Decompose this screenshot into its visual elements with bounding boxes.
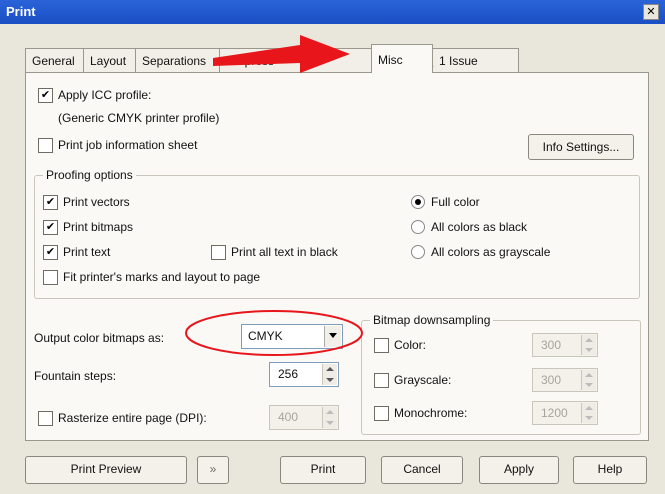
double-chevron-right-icon: » <box>209 462 217 476</box>
bitmap-downsampling-title: Bitmap downsampling <box>370 313 494 327</box>
info-settings-button[interactable]: Info Settings... <box>528 134 634 160</box>
fountain-steps-value: 256 <box>278 367 299 381</box>
color-downsample-input[interactable]: 300 <box>532 333 598 357</box>
fit-marks-label: Fit printer's marks and layout to page <box>63 270 261 284</box>
rasterize-label: Rasterize entire page (DPI): <box>58 411 207 425</box>
monochrome-downsample-value: 1200 <box>541 406 568 420</box>
help-button[interactable]: Help <box>573 456 647 484</box>
proofing-options-title: Proofing options <box>43 168 136 182</box>
rasterize-dpi-value: 400 <box>278 410 299 424</box>
all-colors-grayscale-label: All colors as grayscale <box>431 245 551 259</box>
all-colors-black-label: All colors as black <box>431 220 528 234</box>
misc-panel: ✔ Apply ICC profile: (Generic CMYK print… <box>25 72 649 441</box>
cancel-button[interactable]: Cancel <box>381 456 463 484</box>
fountain-steps-label: Fountain steps: <box>34 369 117 383</box>
print-all-text-black-label: Print all text in black <box>231 245 338 259</box>
fit-marks-checkbox[interactable] <box>43 270 58 285</box>
print-dialog: Print ✕ General Layout Separations Prepr… <box>0 0 665 494</box>
chevron-down-icon[interactable] <box>324 326 341 347</box>
tab-issues-label: 1 Issue <box>439 54 478 68</box>
full-color-label: Full color <box>431 195 480 209</box>
tab-prepress[interactable]: Prepress <box>219 48 379 73</box>
monochrome-downsample-spinner[interactable] <box>581 403 596 423</box>
print-job-info-label: Print job information sheet <box>58 138 198 152</box>
print-job-info-checkbox[interactable] <box>38 138 53 153</box>
color-downsample-value: 300 <box>541 338 562 352</box>
print-button[interactable]: Print <box>280 456 366 484</box>
tab-general[interactable]: General <box>25 48 91 73</box>
icc-profile-value: (Generic CMYK printer profile) <box>58 111 220 125</box>
print-all-text-black-checkbox[interactable] <box>211 245 226 260</box>
all-colors-black-radio[interactable] <box>411 220 425 234</box>
tab-misc[interactable]: Misc <box>371 44 433 73</box>
apply-icc-label: Apply ICC profile: <box>58 88 152 102</box>
bitmap-downsampling-group: Bitmap downsampling Color: 300 Grayscale… <box>361 313 641 435</box>
tab-separations[interactable]: Separations <box>135 48 227 73</box>
dialog-title: Print <box>6 4 36 19</box>
rasterize-dpi-spinner[interactable] <box>322 407 337 428</box>
color-downsample-checkbox[interactable] <box>374 338 389 353</box>
print-bitmaps-label: Print bitmaps <box>63 220 134 234</box>
dialog-button-bar: Print Preview » Print Cancel Apply Help <box>25 456 647 486</box>
print-vectors-checkbox[interactable]: ✔ <box>43 195 58 210</box>
grayscale-downsample-value: 300 <box>541 373 562 387</box>
preview-toggle-button[interactable]: » <box>197 456 229 484</box>
print-bitmaps-checkbox[interactable]: ✔ <box>43 220 58 235</box>
fountain-steps-input[interactable]: 256 <box>269 362 339 387</box>
print-text-checkbox[interactable]: ✔ <box>43 245 58 260</box>
monochrome-downsample-label: Monochrome: <box>394 406 468 420</box>
monochrome-downsample-input[interactable]: 1200 <box>532 401 598 425</box>
output-color-value: CMYK <box>248 329 283 343</box>
rasterize-dpi-input[interactable]: 400 <box>269 405 339 430</box>
full-color-radio[interactable] <box>411 195 425 209</box>
grayscale-downsample-label: Grayscale: <box>394 373 452 387</box>
output-color-select[interactable]: CMYK <box>241 324 343 349</box>
monochrome-downsample-checkbox[interactable] <box>374 406 389 421</box>
print-preview-button[interactable]: Print Preview <box>25 456 187 484</box>
print-text-label: Print text <box>63 245 111 259</box>
grayscale-downsample-input[interactable]: 300 <box>532 368 598 392</box>
rasterize-checkbox[interactable] <box>38 411 53 426</box>
proofing-options-group: Proofing options ✔ Print vectors ✔ Print… <box>34 168 640 299</box>
color-downsample-label: Color: <box>394 338 427 352</box>
apply-icc-checkbox[interactable]: ✔ <box>38 88 53 103</box>
fountain-steps-spinner[interactable] <box>322 364 337 385</box>
grayscale-downsample-spinner[interactable] <box>581 370 596 390</box>
title-bar[interactable]: Print ✕ <box>0 0 665 24</box>
all-colors-grayscale-radio[interactable] <box>411 245 425 259</box>
print-vectors-label: Print vectors <box>63 195 130 209</box>
grayscale-downsample-checkbox[interactable] <box>374 373 389 388</box>
close-icon[interactable]: ✕ <box>643 4 659 20</box>
color-downsample-spinner[interactable] <box>581 335 596 355</box>
output-color-label: Output color bitmaps as: <box>34 331 165 345</box>
apply-button[interactable]: Apply <box>479 456 559 484</box>
tab-layout[interactable]: Layout <box>83 48 143 73</box>
